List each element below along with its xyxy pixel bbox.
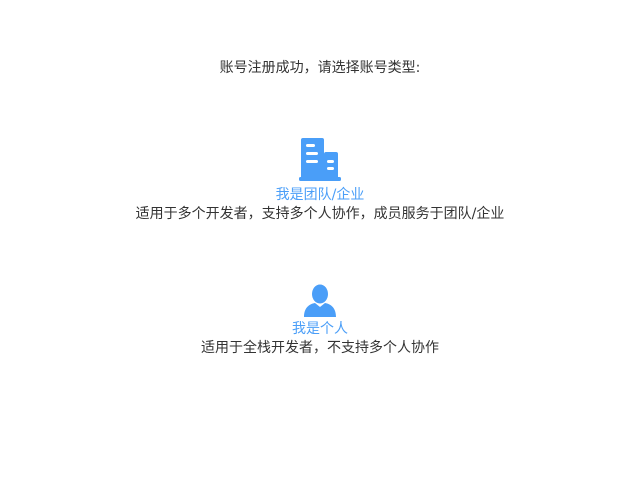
personal-account-option[interactable]: 我是个人 适用于全栈开发者，不支持多个人协作 bbox=[0, 284, 640, 358]
team-option-description: 适用于多个开发者，支持多个人协作，成员服务于团队/企业 bbox=[135, 206, 505, 222]
team-option-title[interactable]: 我是团队/企业 bbox=[0, 186, 640, 204]
personal-option-title[interactable]: 我是个人 bbox=[0, 320, 640, 338]
building-icon bbox=[299, 138, 341, 181]
team-account-option[interactable]: 我是团队/企业 适用于多个开发者，支持多个人协作，成员服务于团队/企业 bbox=[0, 136, 640, 224]
account-type-prompt: 账号注册成功，请选择账号类型: bbox=[219, 60, 421, 76]
personal-option-description: 适用于全栈开发者，不支持多个人协作 bbox=[201, 340, 439, 356]
user-icon bbox=[304, 284, 336, 317]
